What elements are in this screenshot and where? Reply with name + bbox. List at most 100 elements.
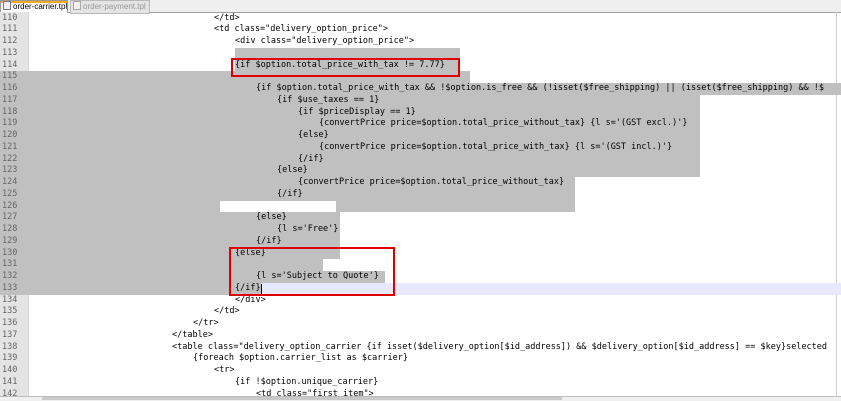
code-line[interactable]: 123 {else} <box>0 165 841 177</box>
code-text: </tr> <box>193 318 219 328</box>
code-text: {/if} <box>277 188 303 199</box>
code-text: <tr> <box>214 365 235 375</box>
line-number: 121 <box>2 141 18 152</box>
line-number: 135 <box>2 306 18 317</box>
code-text: {convertPrice price=$option.total_price_… <box>319 141 673 152</box>
tab-bar: order-carrier.tpl✕ order-payment.tpl✕ <box>0 0 841 14</box>
code-line[interactable]: 139 {foreach $option.carrier_list as $car… <box>0 353 841 365</box>
line-number: 131 <box>2 259 18 270</box>
selection-highlight <box>0 165 700 177</box>
code-line[interactable]: 121 {convertPrice price=$option.total_pri… <box>0 141 841 154</box>
code-line[interactable]: 119 {convertPrice price=$option.total_pri… <box>0 118 841 130</box>
line-number: 126 <box>2 200 18 211</box>
line-number: 128 <box>2 224 18 234</box>
selection-highlight <box>0 200 220 213</box>
file-icon <box>73 1 81 10</box>
code-line[interactable]: 127 {else} <box>0 212 841 224</box>
code-line[interactable]: 124 {convertPrice price=$option.total_pri… <box>0 177 841 189</box>
line-number: 140 <box>2 365 18 375</box>
code-text: {if !$option.unique_carrier} <box>235 376 379 387</box>
line-number: 113 <box>2 47 18 58</box>
code-line[interactable]: 136 </tr> <box>0 318 841 330</box>
line-number: 138 <box>2 341 18 352</box>
code-line[interactable]: 138 <table class="delivery_option_carrier… <box>0 342 841 354</box>
file-icon <box>3 1 11 10</box>
code-text: {else} <box>277 165 308 176</box>
line-number: 117 <box>2 94 18 105</box>
code-line[interactable]: 110 </td> <box>0 13 841 25</box>
code-line[interactable]: 134 </div> <box>0 295 841 307</box>
line-number: 129 <box>2 235 18 246</box>
line-number: 116 <box>2 83 18 93</box>
code-text: </td> <box>214 306 240 317</box>
code-text: {convertPrice price=$option.total_price_… <box>298 177 565 187</box>
tab-label: order-carrier.tpl <box>13 2 68 11</box>
selection-highlight <box>0 130 700 142</box>
line-number: 133 <box>2 282 18 293</box>
code-line[interactable]: 141 {if !$option.unique_carrier} <box>0 377 841 389</box>
code-line[interactable]: 135 </td> <box>0 306 841 318</box>
code-line[interactable]: 122 {/if} <box>0 153 841 166</box>
highlight-box-condition <box>231 58 460 77</box>
code-line[interactable]: 132 {l s='Subject to Quote'} <box>0 271 841 283</box>
code-text: {if $option.total_price_with_tax && !$op… <box>256 83 825 93</box>
line-number: 111 <box>2 24 18 35</box>
line-number: 141 <box>2 376 18 387</box>
line-number: 123 <box>2 165 18 176</box>
line-number: 110 <box>2 12 18 23</box>
code-line[interactable]: 129 {/if} <box>0 235 841 248</box>
code-text: {convertPrice price=$option.total_price_… <box>319 118 688 129</box>
selection-highlight <box>0 212 340 224</box>
code-line[interactable]: 125 {/if} <box>0 188 841 201</box>
line-number: 120 <box>2 130 18 140</box>
line-number: 124 <box>2 177 18 187</box>
line-number: 122 <box>2 153 18 164</box>
code-line[interactable]: 128 {l s='Free'} <box>0 224 841 236</box>
code-text: {else} <box>256 212 287 223</box>
selection-highlight <box>0 282 261 295</box>
line-number: 136 <box>2 318 18 328</box>
code-line[interactable]: 120 {else} <box>0 130 841 142</box>
code-text: {/if} <box>256 235 282 246</box>
code-text: </td> <box>214 12 240 23</box>
code-line[interactable]: 126 <box>0 200 841 213</box>
selection-highlight <box>0 235 340 248</box>
code-line[interactable]: 111 <td class="delivery_option_price"> <box>0 24 841 36</box>
code-line[interactable]: 116 {if $option.total_price_with_tax && !… <box>0 83 841 95</box>
highlight-box-else-block <box>229 247 395 296</box>
code-text: <table class="delivery_option_carrier {i… <box>172 341 828 352</box>
line-number: 130 <box>2 247 18 258</box>
selection-highlight <box>336 200 575 213</box>
line-number: 134 <box>2 294 18 305</box>
code-line[interactable]: 137 </table> <box>0 330 841 342</box>
line-number: 118 <box>2 106 18 117</box>
tab-label: order-payment.tpl <box>83 2 146 11</box>
code-line[interactable]: 112 <div class="delivery_option_price"> <box>0 36 841 48</box>
line-number: 119 <box>2 118 18 129</box>
code-text: </div> <box>235 294 266 305</box>
code-text: {if $priceDisplay == 1} <box>298 106 416 117</box>
line-number: 137 <box>2 329 18 340</box>
code-text: <div class="delivery_option_price"> <box>235 36 415 46</box>
code-line[interactable]: 117 {if $use_taxes == 1} <box>0 94 841 107</box>
code-line[interactable]: 140 <tr> <box>0 365 841 377</box>
line-number: 132 <box>2 271 18 281</box>
code-text: {if $use_taxes == 1} <box>277 94 380 105</box>
line-number: 127 <box>2 212 18 223</box>
code-text: {else} <box>298 130 329 140</box>
line-number: 115 <box>2 71 18 82</box>
code-text: {l s='Free'} <box>277 224 339 234</box>
code-line[interactable]: 130 {else} <box>0 247 841 260</box>
code-text: {/if} <box>298 153 324 164</box>
selection-highlight <box>0 153 700 166</box>
code-text: <td class="delivery_option_price"> <box>214 24 388 35</box>
line-number: 112 <box>2 36 18 46</box>
code-text: {foreach $option.carrier_list as $carrie… <box>193 353 408 364</box>
code-line[interactable]: 131 <box>0 259 841 271</box>
line-number: 139 <box>2 353 18 364</box>
code-line[interactable]: 133 {/if} <box>0 282 841 295</box>
code-line[interactable]: 118 {if $priceDisplay == 1} <box>0 106 841 119</box>
line-number: 114 <box>2 59 18 70</box>
code-text: </table> <box>172 329 213 340</box>
line-number: 125 <box>2 188 18 199</box>
